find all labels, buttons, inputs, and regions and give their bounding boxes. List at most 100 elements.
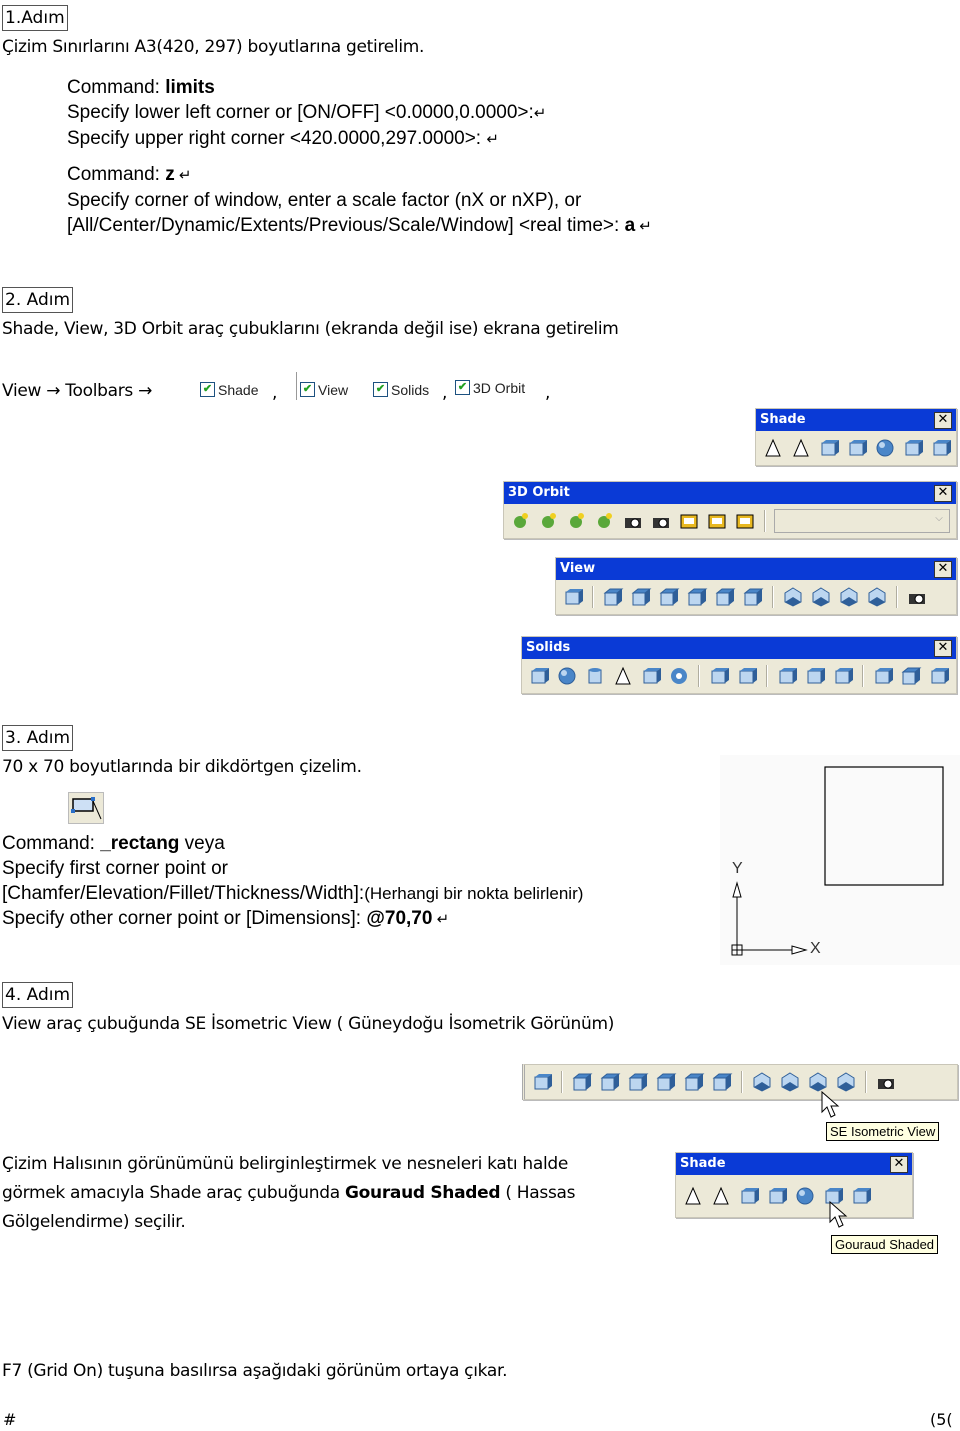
step2-description: Shade, View, 3D Orbit araç çubuklarını (…: [2, 319, 619, 339]
2d-wireframe-icon[interactable]: [762, 437, 784, 459]
gouraud-shaded-icon[interactable]: [794, 1185, 816, 1207]
cursor-icon: [820, 1090, 842, 1124]
close-icon[interactable]: ✕: [934, 485, 952, 502]
sw-isometric-icon[interactable]: [782, 586, 804, 608]
comma: ,: [272, 383, 278, 403]
toolbar-separator: [741, 1071, 743, 1093]
rectangle-shape: [824, 766, 944, 886]
sphere-icon[interactable]: [556, 665, 578, 687]
3d-orbit-toolbar: 3D Orbit ✕ ⌵: [503, 481, 957, 539]
close-icon[interactable]: ✕: [934, 640, 952, 657]
toolbar-icons: [756, 431, 956, 465]
shade-toolbar-floating: Shade ✕: [675, 1152, 913, 1218]
setup-view-icon[interactable]: [900, 665, 922, 687]
wedge-icon[interactable]: [640, 665, 662, 687]
view-toolbar: View ✕: [555, 557, 957, 615]
toolbar-title-bar[interactable]: View ✕: [556, 558, 956, 580]
left-view-icon[interactable]: [627, 1071, 649, 1093]
box-icon[interactable]: [528, 665, 550, 687]
front-view-icon[interactable]: [714, 586, 736, 608]
camera-icon[interactable]: [906, 586, 928, 608]
toolbar-separator: [865, 1071, 867, 1093]
torus-icon[interactable]: [668, 665, 690, 687]
setup-drawing-icon[interactable]: [872, 665, 894, 687]
flat-shaded-icon[interactable]: [846, 437, 868, 459]
footer-page: (5(: [930, 1410, 953, 1429]
toolbar-title-bar[interactable]: Solids ✕: [522, 637, 956, 659]
ne-isometric-icon[interactable]: [838, 586, 860, 608]
camera-icon[interactable]: [875, 1071, 897, 1093]
nw-isometric-icon[interactable]: [866, 586, 888, 608]
3d-continuous-orbit-icon[interactable]: [594, 510, 616, 532]
hidden-icon[interactable]: [738, 1185, 760, 1207]
toolbar-title-bar[interactable]: Shade ✕: [756, 409, 956, 431]
named-views-icon[interactable]: [531, 1071, 553, 1093]
orbit-mode-dropdown[interactable]: ⌵: [774, 509, 950, 533]
interference-icon[interactable]: [832, 665, 854, 687]
extrude-icon[interactable]: [708, 665, 730, 687]
slice-icon[interactable]: [776, 665, 798, 687]
section-icon[interactable]: [804, 665, 826, 687]
toolbar-title-bar[interactable]: Shade ✕: [676, 1153, 912, 1175]
rectangle-tool-button[interactable]: [68, 792, 104, 824]
paragraph-line: Gölgelendirme) seçilir.: [2, 1212, 186, 1232]
gouraud-shaded-edges-icon[interactable]: [930, 437, 952, 459]
gouraud-shaded-icon[interactable]: [874, 437, 896, 459]
toolbar-separator: [592, 586, 594, 608]
3d-orbit-icon[interactable]: [566, 510, 588, 532]
2d-wireframe-icon[interactable]: [682, 1185, 704, 1207]
enter-icon: ↵: [533, 105, 547, 122]
sw-isometric-icon[interactable]: [751, 1071, 773, 1093]
right-view-icon[interactable]: [655, 1071, 677, 1093]
3d-zoom-icon[interactable]: [538, 510, 560, 532]
checkbox-view[interactable]: ✔ View: [300, 377, 348, 398]
3d-pan-icon[interactable]: [510, 510, 532, 532]
chevron-down-icon[interactable]: ⌵: [932, 513, 946, 527]
revolve-icon[interactable]: [736, 665, 758, 687]
close-icon[interactable]: ✕: [934, 412, 952, 429]
comma: ,: [545, 383, 551, 403]
se-isometric-icon[interactable]: [810, 586, 832, 608]
cylinder-icon[interactable]: [584, 665, 606, 687]
cone-icon[interactable]: [612, 665, 634, 687]
front-view-icon[interactable]: [683, 1071, 705, 1093]
command-line: Command: z ↵: [67, 164, 192, 185]
setup-profile-icon[interactable]: [928, 665, 950, 687]
checkbox-shade[interactable]: ✔ Shade: [200, 377, 258, 398]
checkbox-3d-orbit[interactable]: ✔ 3D Orbit: [455, 375, 525, 396]
bottom-view-icon[interactable]: [630, 586, 652, 608]
se-isometric-icon[interactable]: [779, 1071, 801, 1093]
front-clip-icon[interactable]: [706, 510, 728, 532]
flat-shaded-icon[interactable]: [766, 1185, 788, 1207]
bottom-view-icon[interactable]: [599, 1071, 621, 1093]
top-view-icon[interactable]: [571, 1071, 593, 1093]
checkbox-solids[interactable]: ✔ Solids: [373, 377, 429, 398]
toolbar-separator: [896, 586, 898, 608]
3d-swivel-icon[interactable]: [622, 510, 644, 532]
top-view-icon[interactable]: [602, 586, 624, 608]
right-view-icon[interactable]: [686, 586, 708, 608]
tooltip-se-isometric: SE Isometric View: [826, 1122, 940, 1141]
back-clip-icon[interactable]: [734, 510, 756, 532]
paragraph-line: Çizim Halısının görünümünü belirginleşti…: [2, 1154, 569, 1174]
3d-adjust-clip-planes-icon[interactable]: [678, 510, 700, 532]
toolbar-separator: [772, 586, 774, 608]
hidden-icon[interactable]: [818, 437, 840, 459]
named-views-icon[interactable]: [562, 586, 584, 608]
close-icon[interactable]: ✕: [934, 561, 952, 578]
toolbar-title-bar[interactable]: 3D Orbit ✕: [504, 482, 956, 504]
cursor-icon: [828, 1200, 850, 1234]
step4-description: View araç çubuğunda SE İsometric View ( …: [2, 1014, 615, 1034]
left-view-icon[interactable]: [658, 586, 680, 608]
back-view-icon[interactable]: [711, 1071, 733, 1093]
toolbar-icons: [676, 1175, 912, 1217]
3d-adjust-distance-icon[interactable]: [650, 510, 672, 532]
step3-commands: Command: _rectang veya Specify first cor…: [2, 831, 583, 932]
gouraud-shaded-edges-icon[interactable]: [850, 1185, 872, 1207]
close-icon[interactable]: ✕: [890, 1156, 908, 1173]
toolbar-title: View: [560, 561, 596, 576]
3d-wireframe-icon[interactable]: [710, 1185, 732, 1207]
3d-wireframe-icon[interactable]: [790, 437, 812, 459]
flat-shaded-edges-icon[interactable]: [902, 437, 924, 459]
back-view-icon[interactable]: [742, 586, 764, 608]
